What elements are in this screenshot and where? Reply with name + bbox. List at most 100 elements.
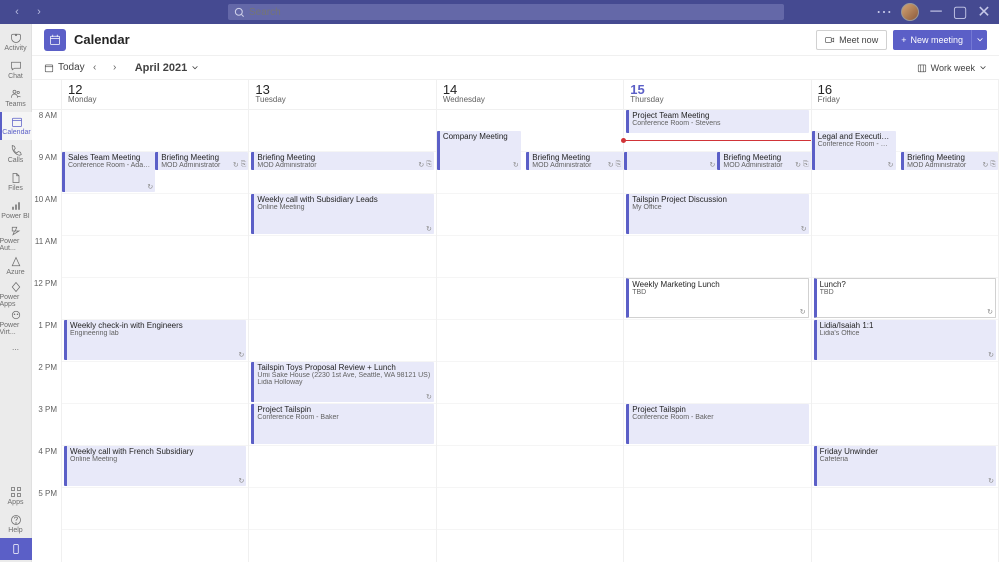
rail-activity[interactable]: Activity — [0, 28, 32, 56]
month-picker[interactable]: April 2021 — [135, 62, 200, 74]
rail-powerapps[interactable]: Power Apps — [0, 280, 32, 308]
calendar-event[interactable]: Friday UnwinderCafeteria↻ — [814, 446, 996, 486]
day-body[interactable]: Briefing MeetingMOD Administrator↻⎘ Weekl… — [249, 110, 435, 562]
rail-chat[interactable]: Chat — [0, 56, 32, 84]
rail-help[interactable]: Help — [0, 510, 32, 538]
rail-files[interactable]: Files — [0, 168, 32, 196]
calendar-event[interactable]: Project TailspinConference Room - Baker — [251, 404, 433, 444]
calendar-event[interactable]: Tailspin Toys Proposal Review + LunchUmi… — [251, 362, 433, 402]
event-title: Weekly call with Subsidiary Leads — [257, 195, 430, 204]
link-icon: ⎘ — [616, 161, 622, 169]
calendar-event[interactable]: Lunch?TBD↻ — [814, 278, 996, 318]
event-title: Tailspin Project Discussion — [632, 195, 805, 204]
calendar-event[interactable]: Briefing MeetingMOD Administrator↻⎘ — [251, 152, 433, 170]
back-arrow[interactable]: ‹ — [8, 3, 26, 21]
time-label: 11 AM — [32, 236, 61, 278]
day-header[interactable]: 14Wednesday — [437, 80, 623, 110]
more-icon[interactable]: ⋯ — [877, 5, 891, 19]
prev-week[interactable]: ‹ — [87, 60, 103, 76]
search-input[interactable] — [249, 7, 778, 18]
avatar[interactable] — [901, 3, 919, 21]
calendar-event[interactable]: Project Team MeetingConference Room - St… — [626, 110, 808, 133]
calendar-event[interactable]: Briefing MeetingMOD Administrator↻⎘ — [901, 152, 998, 170]
calendar-today-icon — [44, 63, 54, 73]
event-title: Weekly call with French Subsidiary — [70, 447, 243, 456]
rail-label: Power Apps — [0, 294, 32, 308]
day-column: 16Friday Legal and Executives Bi-WeeklyCo… — [812, 80, 999, 562]
day-header[interactable]: 15Thursday — [624, 80, 810, 110]
month-label: April 2021 — [135, 62, 188, 74]
event-title: Weekly check-in with Engineers — [70, 321, 243, 330]
calendar-event[interactable]: Sales Team MeetingConference Room - Adam… — [62, 152, 155, 192]
time-label: 5 PM — [32, 488, 61, 530]
now-indicator — [624, 140, 810, 141]
rail-more[interactable]: ⋯ — [0, 336, 32, 364]
day-column: 15ThursdayProject Team MeetingConference… — [624, 80, 811, 562]
time-label: 9 AM — [32, 152, 61, 194]
rail-calendar[interactable]: Calendar — [0, 112, 32, 140]
new-meeting-label: New meeting — [910, 35, 963, 45]
recurring-icon: ↻ — [795, 161, 801, 169]
meet-now-button[interactable]: Meet now — [816, 30, 887, 50]
search-box[interactable] — [228, 4, 784, 20]
calendar-event[interactable]: Briefing MeetingMOD Administrator↻⎘ — [526, 152, 623, 170]
calendar-app-icon — [44, 29, 66, 51]
calendar-event[interactable]: Company Meeting↻ — [437, 131, 521, 170]
recurring-icon: ↻ — [147, 183, 153, 191]
day-body[interactable]: Legal and Executives Bi-WeeklyConference… — [812, 110, 998, 562]
recurring-icon: ↻ — [426, 225, 432, 233]
day-body[interactable]: Project Team MeetingConference Room - St… — [624, 110, 810, 562]
day-header[interactable]: 16Friday — [812, 80, 998, 110]
event-location: MOD Administrator — [257, 162, 430, 169]
rail-label: Files — [8, 185, 23, 192]
rail-powerbi[interactable]: Power BI — [0, 196, 32, 224]
app-rail: ActivityChatTeamsCalendarCalls Files Power… — [0, 24, 32, 562]
rail-teams[interactable]: Teams — [0, 84, 32, 112]
calendar-event[interactable]: Weekly call with Subsidiary LeadsOnline … — [251, 194, 433, 234]
day-header[interactable]: 12Monday — [62, 80, 248, 110]
calendar-event[interactable]: Project TailspinConference Room - Baker — [626, 404, 808, 444]
calendar-view-icon — [917, 63, 927, 73]
recurring-icon: ↻ — [710, 161, 716, 169]
day-header[interactable]: 13Tuesday — [249, 80, 435, 110]
calendar-event[interactable]: Weekly check-in with EngineersEngineerin… — [64, 320, 246, 360]
rail-poweraut[interactable]: Power Aut... — [0, 224, 32, 252]
day-body[interactable]: Company Meeting↻ Briefing MeetingMOD Admi… — [437, 110, 623, 562]
link-icon: ⎘ — [241, 161, 247, 169]
event-title: Lidia/Isaiah 1:1 — [820, 321, 993, 330]
calendar-event[interactable]: Weekly call with French SubsidiaryOnline… — [64, 446, 246, 486]
forward-arrow[interactable]: › — [30, 3, 48, 21]
minimize-icon[interactable]: ─ — [929, 5, 943, 19]
recurring-icon: ↻ — [987, 308, 993, 316]
calendar-event[interactable]: Lidia/Isaiah 1:1Lidia's Office↻ — [814, 320, 996, 360]
next-week[interactable]: › — [107, 60, 123, 76]
close-icon[interactable]: ✕ — [977, 5, 991, 19]
rail-powervirt[interactable]: Power Virt... — [0, 308, 32, 336]
rail-phone[interactable] — [0, 538, 32, 560]
rail-label: Power Virt... — [0, 322, 32, 336]
event-location: Online Meeting — [70, 456, 243, 463]
rail-calls[interactable]: Calls — [0, 140, 32, 168]
calendar-event[interactable]: ↻ — [624, 152, 717, 170]
maximize-icon[interactable]: ▢ — [953, 5, 967, 19]
meet-now-label: Meet now — [839, 35, 878, 45]
search-icon — [234, 7, 245, 18]
calendar-event[interactable]: Legal and Executives Bi-WeeklyConference… — [812, 131, 896, 170]
today-label: Today — [58, 62, 85, 73]
calendar-event[interactable]: Briefing MeetingMOD Administrator↻⎘ — [717, 152, 810, 170]
event-location: Engineering lab — [70, 330, 243, 337]
rail-azure[interactable]: Azure — [0, 252, 32, 280]
event-title: Project Tailspin — [632, 405, 805, 414]
calendar-event[interactable]: Briefing MeetingMOD Administrator↻⎘ — [155, 152, 248, 170]
day-body[interactable]: Sales Team MeetingConference Room - Adam… — [62, 110, 248, 562]
day-name: Thursday — [630, 95, 804, 104]
calendar-event[interactable]: Tailspin Project DiscussionMy Office↻ — [626, 194, 808, 234]
view-selector[interactable]: Work week — [917, 63, 987, 73]
today-button[interactable]: Today — [44, 62, 85, 73]
event-title: Project Tailspin — [257, 405, 430, 414]
calendar-event[interactable]: Weekly Marketing LunchTBD↻ — [626, 278, 808, 318]
new-meeting-button[interactable]: + New meeting — [893, 30, 971, 50]
rail-apps[interactable]: Apps — [0, 482, 32, 510]
chevron-down-icon — [979, 64, 987, 72]
new-meeting-dropdown[interactable] — [971, 30, 987, 50]
